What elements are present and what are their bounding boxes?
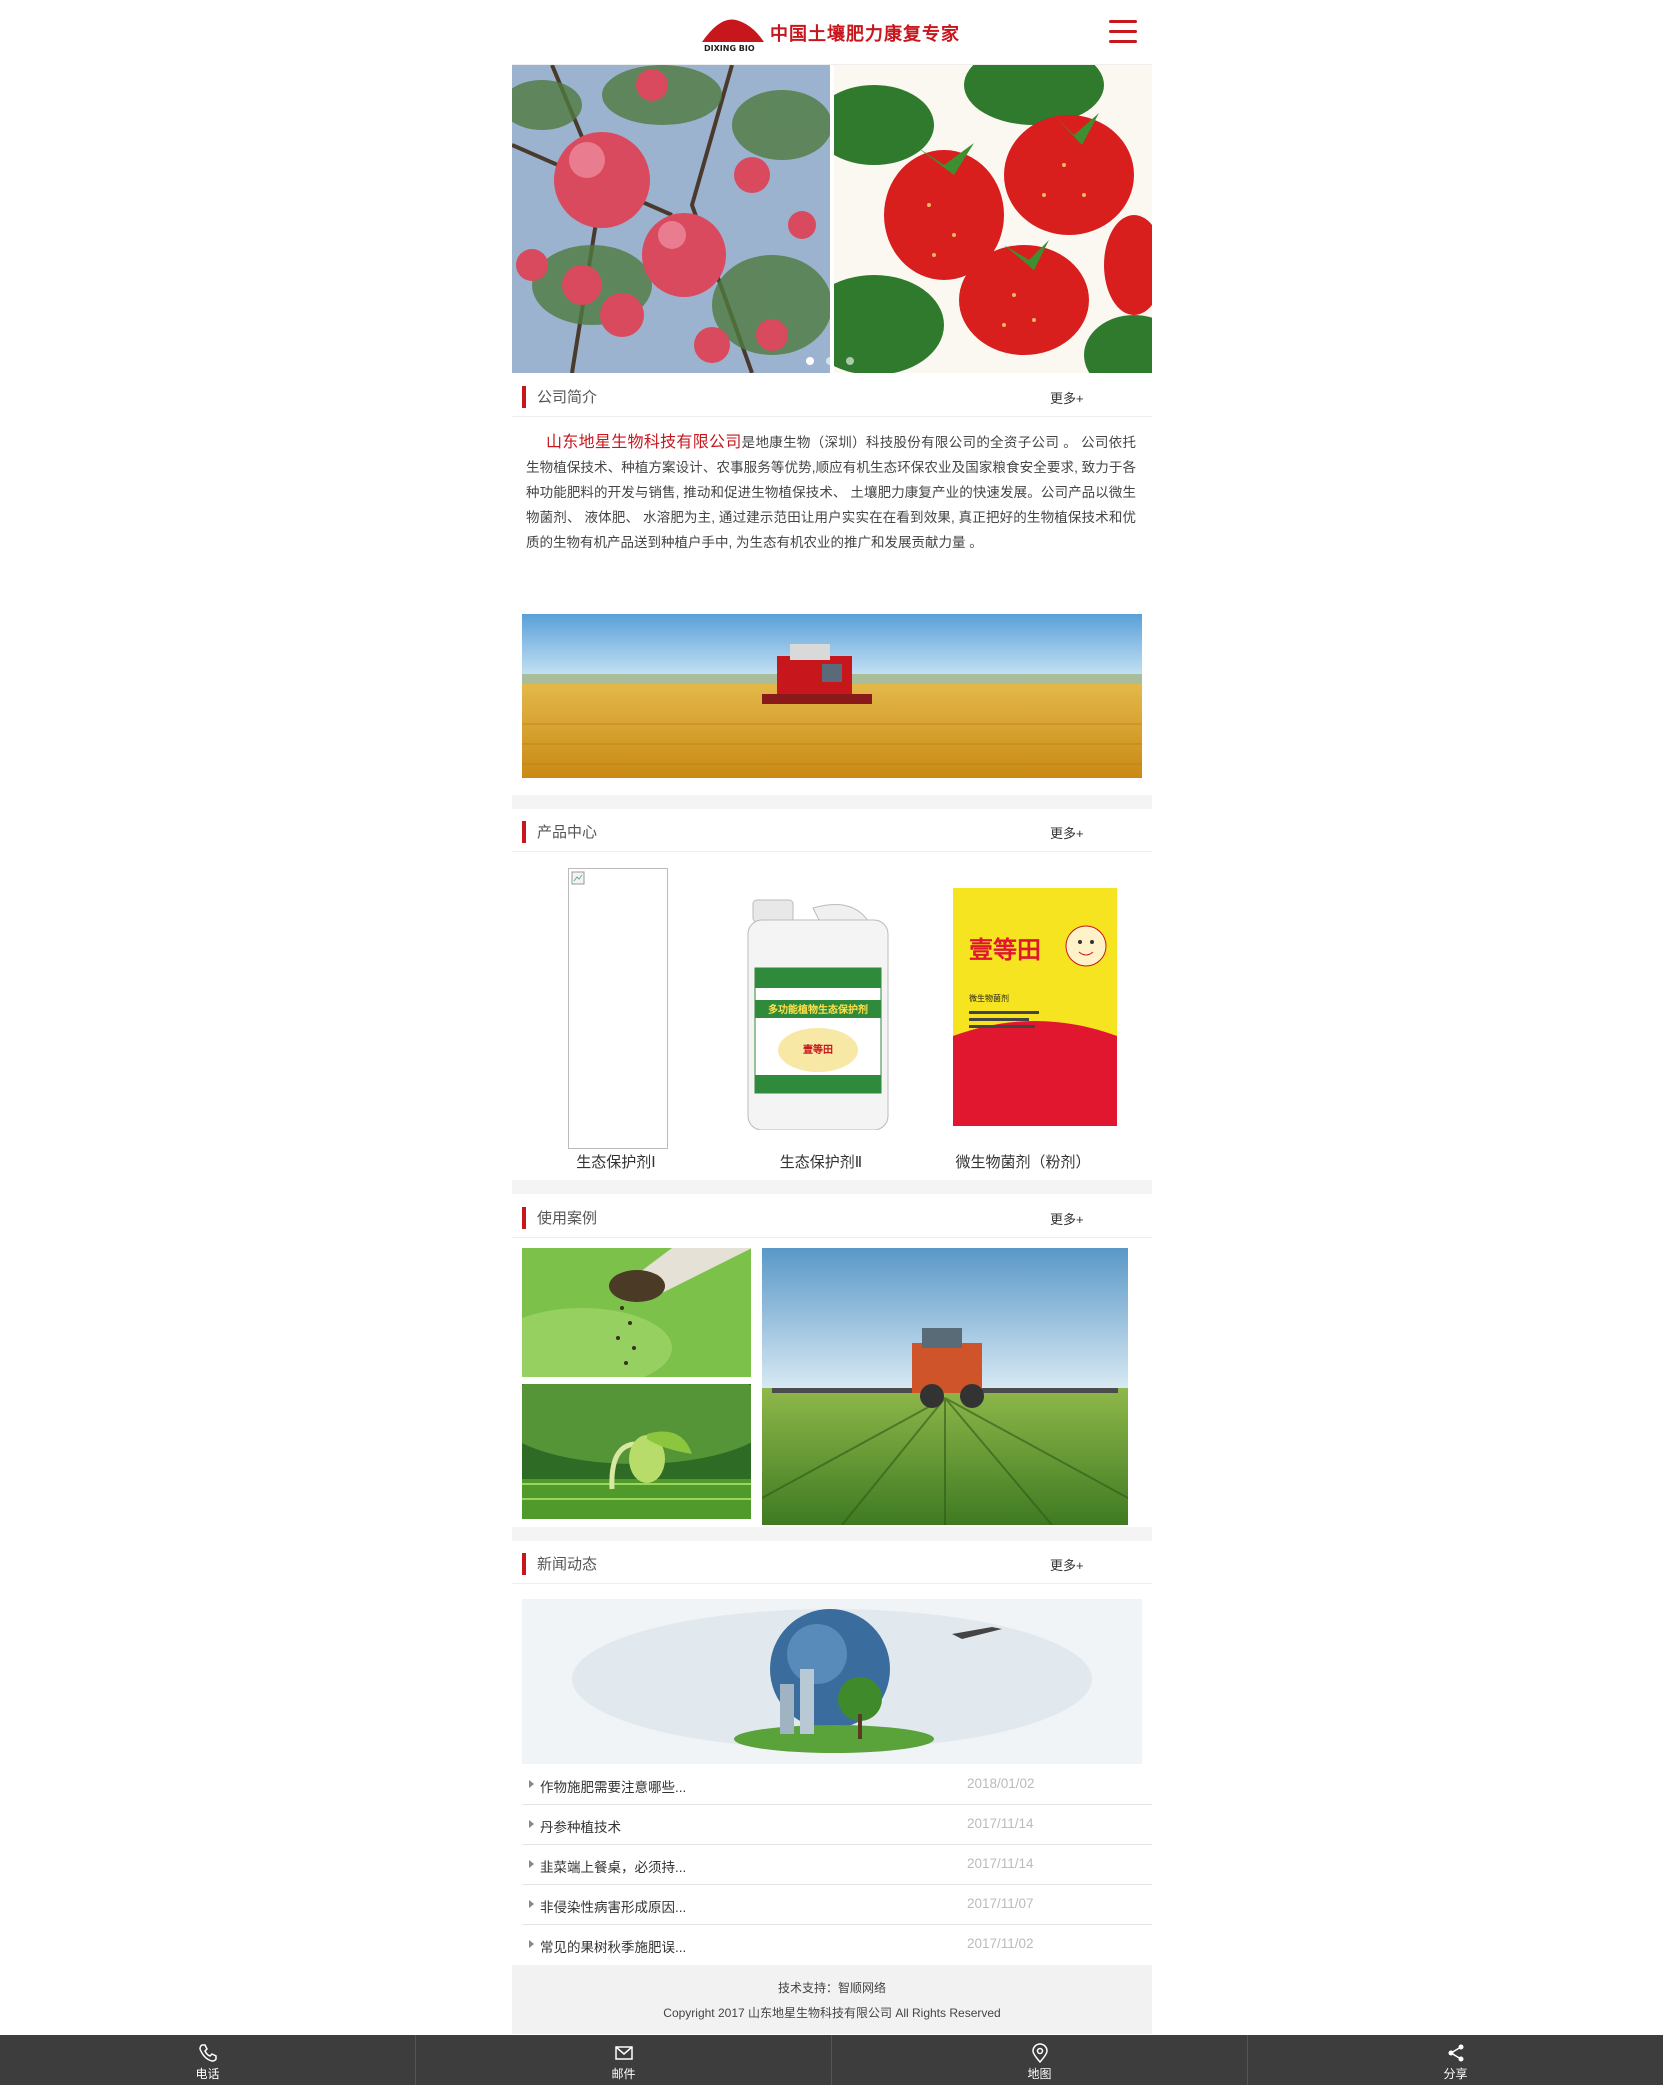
product-name: 生态保护剂Ⅰ	[576, 1154, 656, 1171]
case-image-seeds[interactable]	[522, 1248, 751, 1377]
bottom-action-bar: 电话 邮件 地图 分享	[0, 2035, 1663, 2085]
banner-apple-image	[512, 65, 830, 373]
phone-button[interactable]: 电话	[0, 2035, 416, 2085]
section-cases-header: 使用案例 更多+	[512, 1197, 1152, 1238]
map-pin-icon	[1032, 2043, 1048, 2063]
news-item[interactable]: 作物施肥需要注意哪些... 2018/01/02	[522, 1765, 1152, 1805]
news-title: 作物施肥需要注意哪些...	[540, 1780, 687, 1795]
section-title: 产品中心	[537, 824, 598, 841]
menu-button[interactable]	[1109, 20, 1137, 44]
bag-label-text: 微生物菌剂	[969, 993, 1009, 1003]
harvest-image	[522, 614, 1142, 778]
share-icon	[1448, 2044, 1464, 2062]
case-image-sprout[interactable]	[522, 1384, 751, 1519]
section-title: 公司简介	[537, 389, 598, 406]
news-list: 作物施肥需要注意哪些... 2018/01/02 丹参种植技术 2017/11/…	[522, 1765, 1152, 1964]
product-image-bag: 壹等田 微生物菌剂	[951, 886, 1119, 1128]
arrow-right-icon	[529, 1780, 534, 1788]
section-title: 使用案例	[537, 1210, 598, 1227]
news-more-link[interactable]: 更多+	[1050, 1555, 1084, 1574]
copyright-text: Copyright 2017 山东地星生物科技有限公司 All Rights R…	[663, 2006, 1001, 2020]
section-marker	[522, 821, 526, 843]
section-marker	[522, 386, 526, 408]
news-date: 2017/11/14	[967, 1816, 1034, 1831]
menu-line	[1109, 30, 1137, 33]
cases-more-link[interactable]: 更多+	[1050, 1209, 1084, 1228]
section-divider	[512, 1180, 1152, 1194]
news-date: 2018/01/02	[967, 1776, 1035, 1791]
logo-mountain-icon: DIXING BIO	[702, 19, 764, 53]
about-more-link[interactable]: 更多+	[1050, 388, 1084, 407]
carousel-dot-2[interactable]	[826, 357, 834, 365]
product-image-broken	[568, 868, 668, 1149]
product-name: 生态保护剂Ⅱ	[779, 1154, 863, 1171]
logo[interactable]: DIXING BIO 中国土壤肥力康复专家	[700, 10, 959, 54]
news-item[interactable]: 丹参种植技术 2017/11/14	[522, 1805, 1152, 1845]
news-item[interactable]: 常见的果树秋季施肥误... 2017/11/02	[522, 1925, 1152, 1964]
broken-image-icon	[571, 871, 585, 885]
phone-label: 电话	[195, 2067, 220, 2081]
logo-sub-text: DIXING BIO	[704, 44, 755, 53]
section-title: 新闻动态	[537, 1556, 598, 1573]
arrow-right-icon	[529, 1900, 534, 1908]
news-date: 2017/11/07	[967, 1896, 1034, 1911]
bag-brand-text: 壹等田	[969, 936, 1041, 964]
phone-icon	[199, 2044, 217, 2062]
mail-label: 邮件	[611, 2067, 636, 2081]
map-button[interactable]: 地图	[832, 2035, 1248, 2085]
mail-icon	[615, 2046, 633, 2060]
menu-line	[1109, 20, 1137, 23]
arrow-right-icon	[529, 1940, 534, 1948]
carousel-dot-3[interactable]	[846, 357, 854, 365]
news-date: 2017/11/14	[967, 1856, 1034, 1871]
news-item[interactable]: 韭菜端上餐桌，必须持... 2017/11/14	[522, 1845, 1152, 1885]
news-title: 丹参种植技术	[540, 1820, 621, 1835]
case-image-tractor[interactable]	[762, 1248, 1128, 1525]
carousel-dot-1[interactable]	[806, 357, 814, 365]
logo-title: 中国土壤肥力康复专家	[770, 24, 960, 44]
tech-support-text: 技术支持：智顺网络	[777, 1981, 886, 1995]
site-header: DIXING BIO 中国土壤肥力康复专家	[512, 0, 1152, 65]
news-banner-image	[522, 1599, 1142, 1764]
arrow-right-icon	[529, 1860, 534, 1868]
section-marker	[522, 1553, 526, 1575]
news-item[interactable]: 非侵染性病害形成原因... 2017/11/07	[522, 1885, 1152, 1925]
banner-carousel[interactable]	[512, 65, 1152, 373]
section-marker	[522, 1207, 526, 1229]
bottle-brand-text: 壹等田	[803, 1043, 833, 1056]
share-label: 分享	[1443, 2067, 1468, 2081]
product-name: 微生物菌剂（粉剂）	[955, 1154, 1091, 1171]
section-about-header: 公司简介 更多+	[512, 376, 1152, 417]
site-footer: 技术支持：智顺网络 Copyright 2017 山东地星生物科技有限公司 Al…	[512, 1965, 1152, 2034]
company-intro-text: 是地康生物（深圳）科技股份有限公司的全资子公司 。 公司依托生物植保技术、种植方…	[526, 435, 1136, 550]
menu-line	[1109, 40, 1137, 43]
section-products-header: 产品中心 更多+	[512, 811, 1152, 852]
products-more-link[interactable]: 更多+	[1050, 823, 1084, 842]
section-divider	[512, 1527, 1152, 1541]
company-intro: 山东地星生物科技有限公司是地康生物（深圳）科技股份有限公司的全资子公司 。 公司…	[526, 430, 1136, 555]
arrow-right-icon	[529, 1820, 534, 1828]
news-date: 2017/11/02	[967, 1936, 1034, 1951]
product-image-bottle: 多功能植物生态保护剂 壹等田	[743, 890, 893, 1131]
map-label: 地图	[1027, 2067, 1052, 2081]
page: DIXING BIO 中国土壤肥力康复专家 公司简介 更多+ 山东地星生物科技有…	[512, 0, 1152, 2034]
section-divider	[512, 795, 1152, 809]
share-button[interactable]: 分享	[1248, 2035, 1663, 2085]
company-name-link[interactable]: 山东地星生物科技有限公司	[546, 434, 742, 451]
news-title: 非侵染性病害形成原因...	[540, 1900, 687, 1915]
banner-strawberry-image	[834, 65, 1152, 373]
bottle-label-text: 多功能植物生态保护剂	[768, 1003, 868, 1016]
mail-button[interactable]: 邮件	[416, 2035, 832, 2085]
news-title: 常见的果树秋季施肥误...	[540, 1940, 687, 1955]
section-news-header: 新闻动态 更多+	[512, 1543, 1152, 1584]
news-title: 韭菜端上餐桌，必须持...	[540, 1860, 687, 1875]
